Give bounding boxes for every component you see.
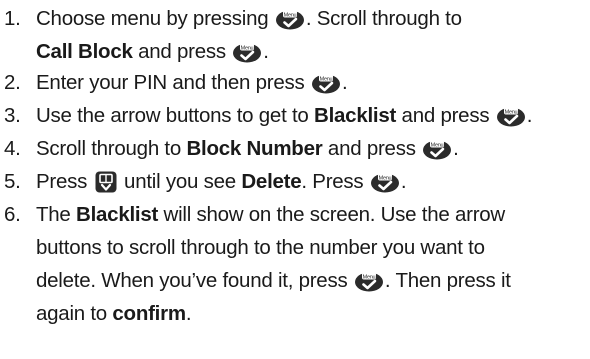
step-number: 3. <box>4 104 21 127</box>
step-5: 5. Press until you see Delete. Press Men… <box>0 165 590 198</box>
svg-text:Menu: Menu <box>379 175 392 181</box>
step-number: 4. <box>4 137 21 160</box>
step-text: Press until you see Delete. Press Menu. <box>36 170 407 193</box>
steps-list: 1. Choose menu by pressing Menu. Scroll … <box>0 0 590 330</box>
step-text: Scroll through to Block Number and press… <box>36 137 459 160</box>
menu-ok-key-icon: Menu <box>275 8 305 30</box>
down-phonebook-key-icon <box>95 171 117 193</box>
step-text: Enter your PIN and then press Menu. <box>36 71 348 94</box>
menu-ok-key-icon: Menu <box>232 41 262 63</box>
step-number: 2. <box>4 71 21 94</box>
svg-text:Menu: Menu <box>363 274 376 280</box>
svg-text:Menu: Menu <box>241 45 254 51</box>
instruction-page: 1. Choose menu by pressing Menu. Scroll … <box>0 0 590 359</box>
step-text: The Blacklist will show on the screen. U… <box>36 203 505 226</box>
step-text-line3: delete. When you’ve found it, press Menu… <box>36 269 511 292</box>
step-3: 3. Use the arrow buttons to get to Black… <box>0 99 590 132</box>
step-number: 5. <box>4 170 21 193</box>
menu-ok-key-icon: Menu <box>354 270 384 292</box>
step-number: 6. <box>4 203 21 226</box>
svg-text:Menu: Menu <box>504 109 517 115</box>
step-text: Use the arrow buttons to get to Blacklis… <box>36 104 533 127</box>
menu-ok-key-icon: Menu <box>311 72 341 94</box>
step-6: 6. The Blacklist will show on the screen… <box>0 198 590 330</box>
step-2: 2. Enter your PIN and then press Menu. <box>0 66 590 99</box>
svg-text:Menu: Menu <box>320 76 333 82</box>
step-1: 1. Choose menu by pressing Menu. Scroll … <box>0 2 590 68</box>
step-4: 4. Scroll through to Block Number and pr… <box>0 132 590 165</box>
step-number: 1. <box>4 7 21 30</box>
svg-text:Menu: Menu <box>431 142 444 148</box>
step-text-line2: buttons to scroll through to the number … <box>36 236 485 259</box>
menu-ok-key-icon: Menu <box>496 105 526 127</box>
menu-ok-key-icon: Menu <box>422 138 452 160</box>
step-text-line2: Call Block and press Menu. <box>36 40 269 63</box>
svg-text:Menu: Menu <box>283 12 296 18</box>
step-text-line4: again to confirm. <box>36 302 192 325</box>
step-text: Choose menu by pressing Menu. Scroll thr… <box>36 7 462 30</box>
menu-ok-key-icon: Menu <box>370 171 400 193</box>
